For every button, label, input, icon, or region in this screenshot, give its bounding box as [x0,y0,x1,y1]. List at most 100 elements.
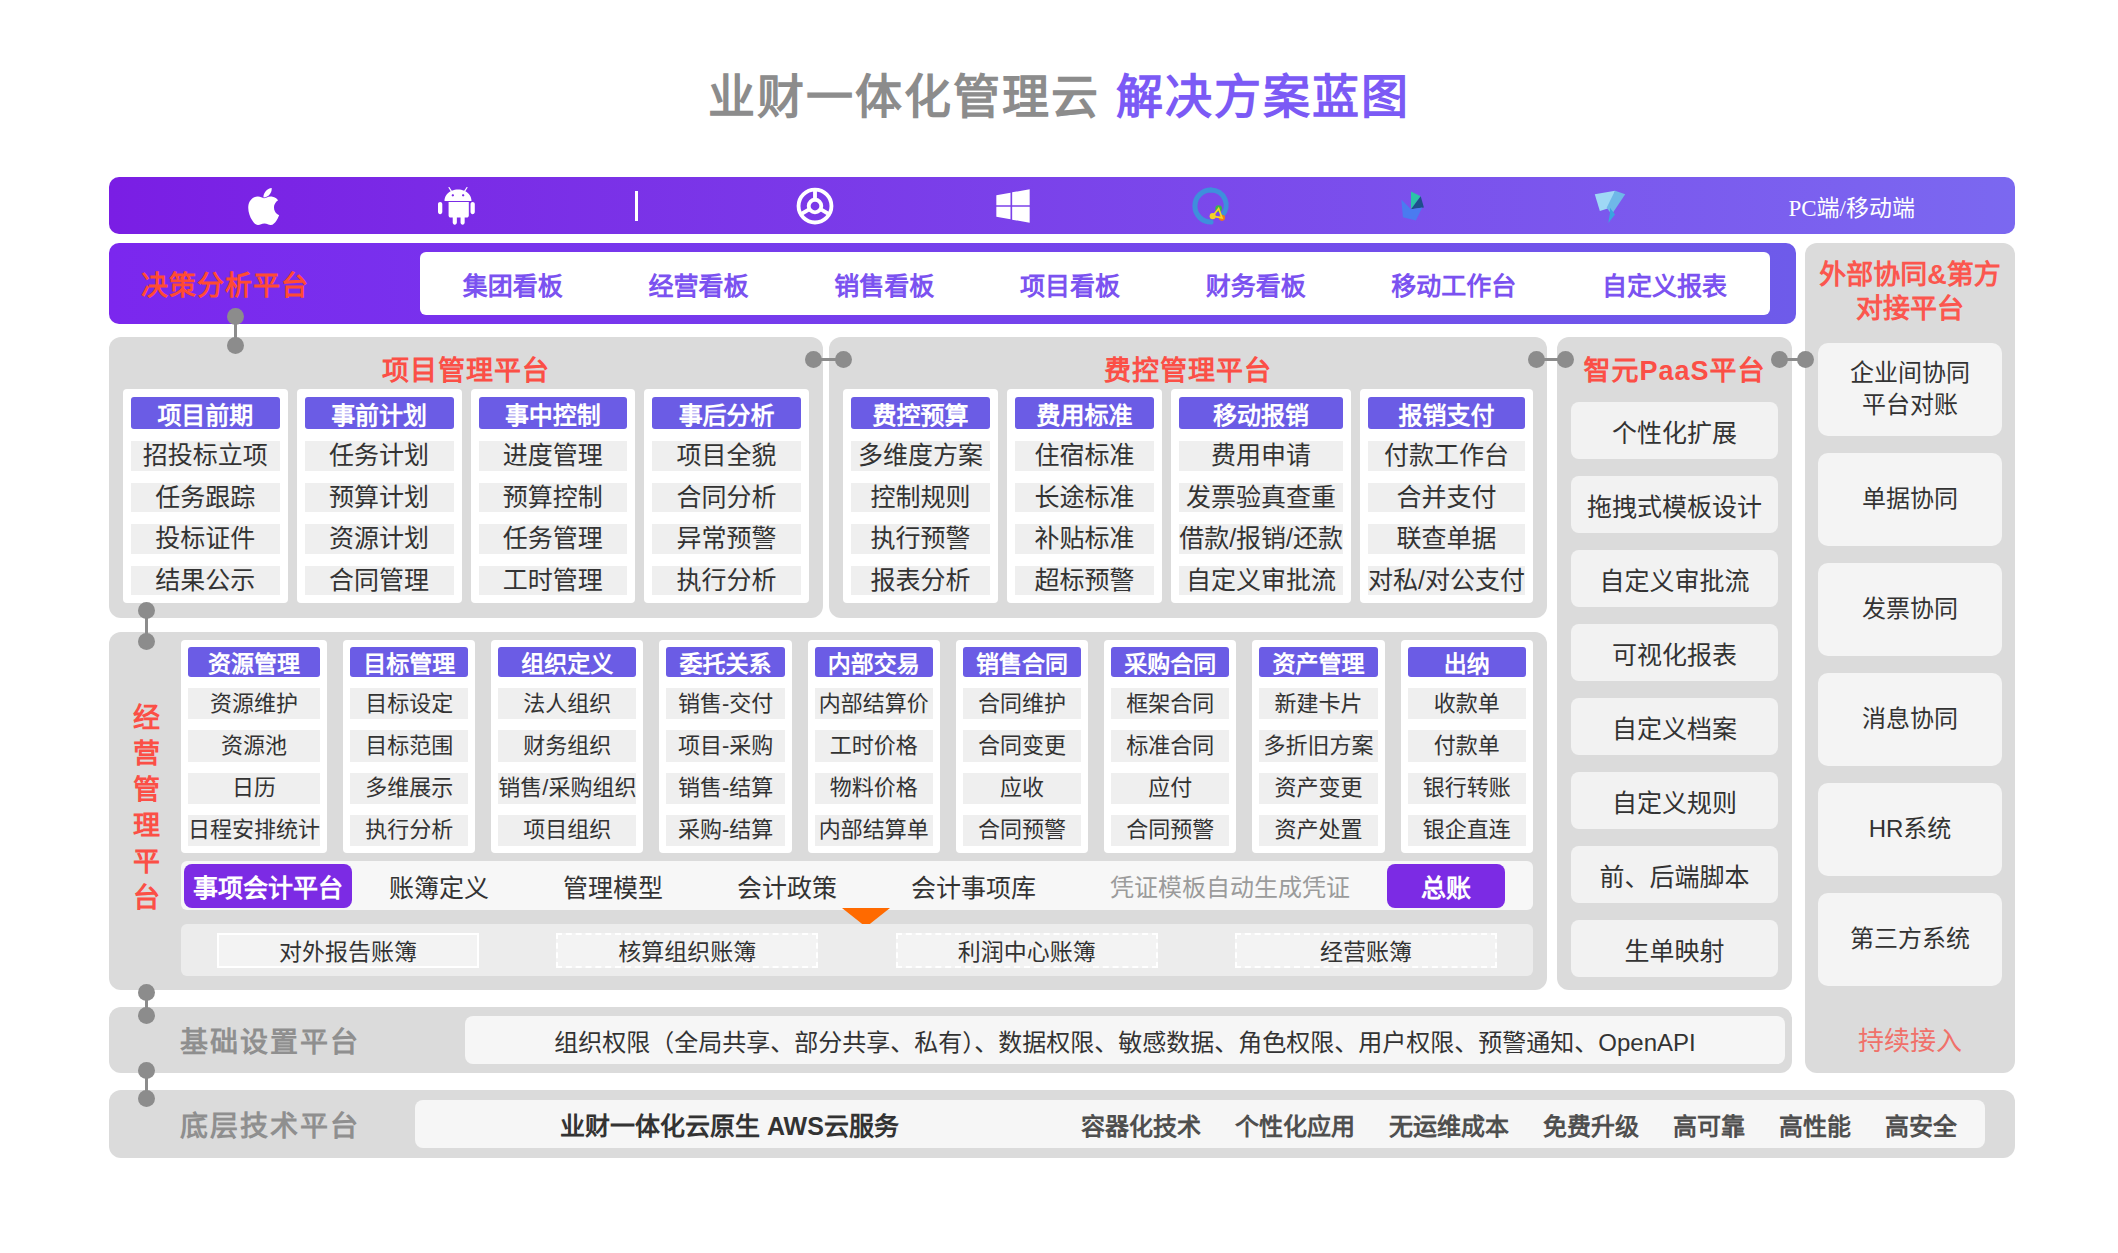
module-column: 资产管理新建卡片多折旧方案资产变更资产处置 [1252,640,1384,853]
decision-platform-title: 决策分析平台 [141,243,309,324]
column-item: 超标预警 [1015,566,1154,596]
continuous-access-label: 持续接入 [1805,1020,2015,1057]
accounting-item: 会计政策 [737,868,837,904]
ledger-item: 核算组织账簿 [556,933,818,968]
column-item: 法人组织 [498,688,636,719]
section-title: 外部协同&第方 对接平台 [1805,259,2015,327]
project-management-section: 项目管理平台 项目前期招投标立项任务跟踪投标证件结果公示事前计划任务计划预算计划… [109,337,823,618]
column-item: 物料价格 [815,773,933,804]
external-item: 发票协同 [1818,563,2002,656]
apple-icon [244,184,282,228]
column-item: 投标证件 [131,524,280,554]
column-item: 任务管理 [479,524,628,554]
chrome-icon [794,184,836,228]
title-main: 业财一体化管理云 [708,70,1100,123]
column-item: 合同管理 [305,566,454,596]
general-ledger-label: 总账 [1387,864,1505,908]
module-column: 目标管理目标设定目标范围多维展示执行分析 [343,640,475,853]
dashboard-item: 销售看板 [834,266,934,302]
module-column: 销售合同合同维护合同变更应收合同预警 [956,640,1088,853]
infra-feature: 无运维成本 [1389,1107,1509,1142]
column-item: 项目-采购 [666,730,784,761]
column-header: 内部交易 [815,647,933,677]
column-item: 收款单 [1408,688,1526,719]
column-item: 资源维护 [188,688,320,719]
module-column: 事中控制进度管理预算控制任务管理工时管理 [471,389,636,603]
title-accent: 解决方案蓝图 [1116,70,1410,123]
module-column: 组织定义法人组织财务组织销售/采购组织项目组织 [491,640,643,853]
event-accounting-bar: 事项会计平台 账簿定义 管理模型 会计政策 会计事项库 凭证模板自动生成凭证 总… [181,861,1533,910]
voucher-template-note: 凭证模板自动生成凭证 [1110,868,1350,903]
column-item: 资产处置 [1259,815,1377,846]
column-header: 移动报销 [1179,397,1343,429]
module-column: 报销支付付款工作台合并支付联查单据对私/对公支付 [1360,389,1533,603]
kingdee-icon [1390,184,1432,228]
accounting-item: 会计事项库 [911,868,1036,904]
page-title: 业财一体化管理云解决方案蓝图 [0,58,2118,127]
divider [635,191,638,221]
column-item: 工时价格 [815,730,933,761]
operation-columns: 资源管理资源维护资源池日历日程安排统计目标管理目标设定目标范围多维展示执行分析组… [181,640,1533,853]
column-item: 联查单据 [1368,524,1525,554]
infra-feature: 高安全 [1885,1107,1957,1142]
expense-columns: 费控预算多维度方案控制规则执行预警报表分析费用标准住宿标准长途标准补贴标准超标预… [843,389,1533,603]
column-item: 项目全貌 [652,441,801,471]
foundation-content: 组织权限（全局共享、部分共享、私有）、数据权限、敏感数据、角色权限、用户权限、预… [465,1016,1785,1064]
section-title: 基础设置平台 [180,1007,360,1073]
dashboard-item: 自定义报表 [1602,266,1727,302]
infra-feature: 高可靠 [1673,1107,1745,1142]
column-item: 内部结算价 [815,688,933,719]
column-header: 销售合同 [963,647,1081,677]
operation-management-section: 经营管理平台 资源管理资源维护资源池日历日程安排统计目标管理目标设定目标范围多维… [109,632,1547,990]
column-item: 项目组织 [498,815,636,846]
column-item: 销售-交付 [666,688,784,719]
ledger-item: 经营账簿 [1235,933,1497,968]
column-item: 合同预警 [1111,815,1229,846]
module-column: 事后分析项目全貌合同分析异常预警执行分析 [644,389,809,603]
column-item: 执行预警 [851,524,990,554]
infra-content: 业财一体化云原生 AWS云服务 容器化技术个性化应用无运维成本免费升级高可靠高性… [415,1100,1985,1148]
column-item: 销售-结算 [666,773,784,804]
column-item: 任务跟踪 [131,483,280,513]
external-item: 企业间协同 平台对账 [1818,343,2002,436]
column-item: 多折旧方案 [1259,730,1377,761]
connector-line [145,1070,148,1098]
connector-line [145,610,148,641]
dashboard-item: 集团看板 [463,266,563,302]
column-item: 结果公示 [131,566,280,596]
column-header: 资源管理 [188,647,320,677]
ledger-item: 对外报告账簿 [217,933,479,968]
column-item: 补贴标准 [1015,524,1154,554]
cloud-native-label: 业财一体化云原生 AWS云服务 [560,1106,899,1142]
column-item: 自定义审批流 [1179,566,1343,596]
external-item: 消息协同 [1818,673,2002,766]
project-columns: 项目前期招投标立项任务跟踪投标证件结果公示事前计划任务计划预算计划资源计划合同管… [123,389,809,603]
column-item: 新建卡片 [1259,688,1377,719]
foundation-settings-section: 基础设置平台 组织权限（全局共享、部分共享、私有）、数据权限、敏感数据、角色权限… [109,1007,1792,1073]
external-item: 第三方系统 [1818,893,2002,986]
column-item: 工时管理 [479,566,628,596]
module-column: 项目前期招投标立项任务跟踪投标证件结果公示 [123,389,288,603]
dashboard-item: 经营看板 [649,266,749,302]
infra-tech-section: 底层技术平台 业财一体化云原生 AWS云服务 容器化技术个性化应用无运维成本免费… [109,1090,2015,1158]
column-item: 付款工作台 [1368,441,1525,471]
module-column: 事前计划任务计划预算计划资源计划合同管理 [297,389,462,603]
column-item: 合同维护 [963,688,1081,719]
paas-item: 拖拽式模板设计 [1571,476,1778,533]
connector-line [1536,358,1565,361]
column-header: 目标管理 [350,647,468,677]
column-item: 银企直连 [1408,815,1526,846]
column-item: 多维度方案 [851,441,990,471]
infra-feature: 高性能 [1779,1107,1851,1142]
column-item: 销售/采购组织 [498,773,636,804]
ledger-bar: 对外报告账簿核算组织账簿利润中心账簿经营账簿 [181,924,1533,976]
dashboard-item: 财务看板 [1206,266,1306,302]
section-title: 费控管理平台 [829,349,1547,388]
section-title: 底层技术平台 [180,1090,360,1158]
column-item: 预算计划 [305,483,454,513]
column-item: 合同变更 [963,730,1081,761]
module-column: 费用标准住宿标准长途标准补贴标准超标预警 [1007,389,1162,603]
windows-icon [993,184,1033,228]
column-item: 执行分析 [350,815,468,846]
column-header: 报销支付 [1368,397,1525,429]
